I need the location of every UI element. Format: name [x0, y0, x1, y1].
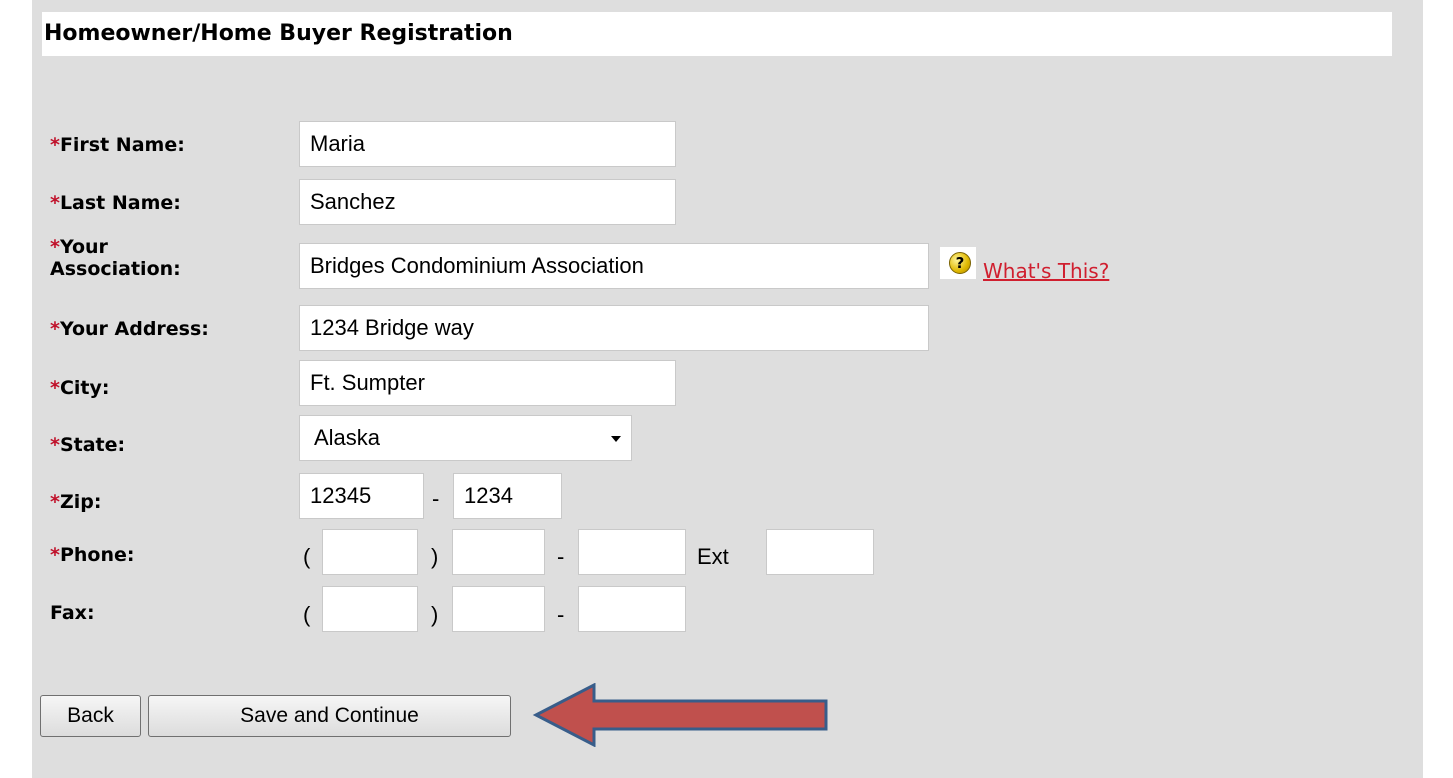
chevron-down-icon — [611, 436, 621, 442]
fax-line-input[interactable] — [578, 586, 686, 632]
save-and-continue-button[interactable]: Save and Continue — [148, 695, 511, 737]
required-mark: * — [50, 236, 60, 258]
address-label: *Your Address: — [50, 318, 209, 340]
zip-input[interactable] — [299, 473, 424, 519]
first-name-input[interactable] — [299, 121, 676, 167]
state-selected-value: Alaska — [314, 425, 381, 450]
left-arrow-annotation-icon — [532, 683, 828, 747]
fax-area-input[interactable] — [322, 586, 418, 632]
fax-prefix-input[interactable] — [452, 586, 545, 632]
fax-label: Fax: — [50, 602, 95, 624]
association-label: *Your Association: — [50, 236, 181, 280]
whats-this-link[interactable]: What's This? — [983, 259, 1109, 283]
required-mark: * — [50, 491, 60, 513]
phone-ext-label: Ext — [697, 544, 729, 569]
required-mark: * — [50, 192, 60, 214]
required-mark: * — [50, 134, 60, 156]
fax-open-paren: ( — [303, 602, 311, 627]
required-mark: * — [50, 434, 60, 456]
required-mark: * — [50, 544, 60, 566]
arrow-shape — [532, 683, 828, 747]
phone-close-paren: ) — [431, 544, 439, 569]
zip-label: *Zip: — [50, 491, 102, 513]
phone-line-input[interactable] — [578, 529, 686, 575]
phone-prefix-input[interactable] — [452, 529, 545, 575]
state-label: *State: — [50, 434, 126, 456]
help-icon[interactable]: ? — [940, 247, 976, 279]
last-name-label: *Last Name: — [50, 192, 181, 214]
phone-open-paren: ( — [303, 544, 311, 569]
required-mark: * — [50, 318, 60, 340]
page-title-bar: Homeowner/Home Buyer Registration — [42, 12, 1392, 56]
fax-dash: - — [557, 602, 565, 627]
first-name-label: *First Name: — [50, 134, 185, 156]
city-label: *City: — [50, 377, 110, 399]
zip-separator: - — [432, 486, 440, 511]
city-input[interactable] — [299, 360, 676, 406]
last-name-input[interactable] — [299, 179, 676, 225]
phone-label: *Phone: — [50, 544, 135, 566]
fax-close-paren: ) — [431, 602, 439, 627]
address-input[interactable] — [299, 305, 929, 351]
question-mark-icon: ? — [949, 252, 971, 274]
phone-ext-input[interactable] — [766, 529, 874, 575]
phone-area-input[interactable] — [322, 529, 418, 575]
page-title: Homeowner/Home Buyer Registration — [44, 21, 513, 46]
back-button[interactable]: Back — [40, 695, 141, 737]
association-input[interactable] — [299, 243, 929, 289]
form-panel — [32, 0, 1423, 778]
required-mark: * — [50, 377, 60, 399]
state-select[interactable]: Alaska — [299, 415, 632, 461]
zip-plus4-input[interactable] — [453, 473, 562, 519]
phone-dash: - — [557, 544, 565, 569]
